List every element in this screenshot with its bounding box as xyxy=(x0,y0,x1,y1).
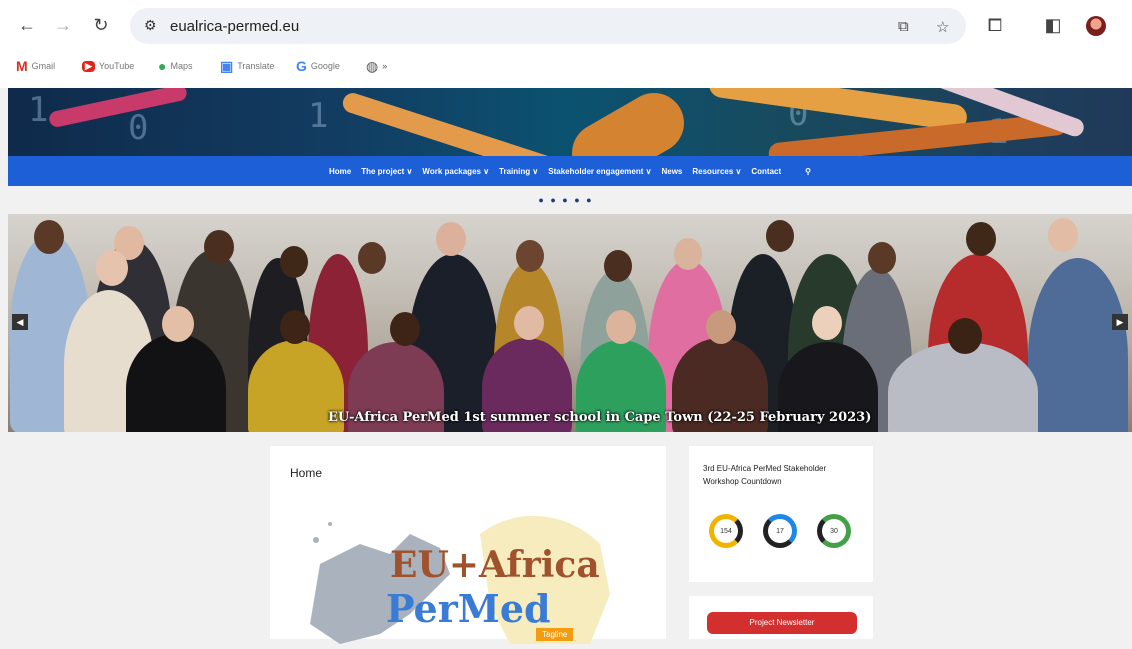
carousel-caption: EU-Africa PerMed 1st summer school in Ca… xyxy=(328,410,872,425)
person-head xyxy=(280,246,308,278)
person-figure xyxy=(1028,258,1128,432)
dna-helix-shape xyxy=(340,90,556,156)
person-figure xyxy=(888,342,1038,432)
bookmark-label: YouTube xyxy=(98,61,135,71)
bookmark-translate[interactable]: ▣ Translate xyxy=(220,56,274,76)
translate-icon: ▣ xyxy=(220,57,234,74)
person-head xyxy=(604,250,632,282)
bookmark-label: Google xyxy=(310,61,340,71)
carousel-indicators[interactable]: ● ● ● ● ● xyxy=(0,186,1132,214)
nav-the-project[interactable]: The project ∨ xyxy=(361,167,412,176)
gmail-icon: M xyxy=(16,58,28,74)
bookmark-label: Translate xyxy=(237,61,275,71)
dna-helix-shape xyxy=(47,88,189,129)
person-head xyxy=(96,250,128,286)
nav-home[interactable]: Home xyxy=(329,167,351,176)
nav-training[interactable]: Training ∨ xyxy=(499,167,538,176)
countdown-hours-ring: 17 xyxy=(763,514,797,548)
page-title: Home xyxy=(290,466,323,480)
bookmark-youtube[interactable]: ▶ YouTube xyxy=(82,56,134,76)
carousel-next-button[interactable]: ▶ xyxy=(1112,314,1128,330)
person-head xyxy=(390,312,420,346)
bookmark-maps[interactable]: ● Maps xyxy=(158,56,192,76)
person-head xyxy=(436,222,466,256)
person-head xyxy=(516,240,544,272)
header-banner: 1 0 1 0 1 xyxy=(8,88,1132,156)
bookmark-gmail[interactable]: M Gmail xyxy=(16,56,55,76)
logo-text-permed: PerMed xyxy=(386,586,551,631)
person-head xyxy=(358,242,386,274)
countdown-days-value: 154 xyxy=(720,527,732,535)
person-head xyxy=(280,310,310,344)
person-head xyxy=(606,310,636,344)
person-head xyxy=(514,306,544,340)
side-panel-icon[interactable]: ◧ xyxy=(1042,14,1064,36)
newsletter-card: Project Newsletter xyxy=(689,596,873,639)
more-icon: » xyxy=(382,61,388,71)
person-head xyxy=(1048,218,1078,252)
person-head xyxy=(948,318,982,354)
google-icon: G xyxy=(296,58,307,74)
person-head xyxy=(868,242,896,274)
decorative-digit: 0 xyxy=(128,108,149,148)
project-newsletter-button[interactable]: Project Newsletter xyxy=(707,612,857,634)
person-head xyxy=(706,310,736,344)
bookmark-star-icon[interactable]: ☆ xyxy=(936,18,949,36)
nav-work-packages[interactable]: Work packages ∨ xyxy=(422,167,489,176)
carousel-prev-button[interactable]: ◀ xyxy=(12,314,28,330)
main-navigation: Home The project ∨ Work packages ∨ Train… xyxy=(8,156,1132,186)
dna-helix-shape xyxy=(561,88,695,156)
nav-resources[interactable]: Resources ∨ xyxy=(692,167,741,176)
decorative-digit: 1 xyxy=(28,90,49,130)
reload-icon[interactable]: ↻ xyxy=(90,14,112,36)
person-head xyxy=(34,220,64,254)
logo-text-eu-africa: EU+Africa xyxy=(390,544,600,586)
hero-carousel-photo: EU-Africa PerMed 1st summer school in Ca… xyxy=(8,214,1132,432)
browser-chrome: ← → ↻ ⚙ eualrica-permed.eu ⧉ ☆ ⧠ ◧ M Gma… xyxy=(0,0,1132,88)
logo-tag: Tagline xyxy=(536,628,574,641)
back-arrow-icon[interactable]: ← xyxy=(16,14,38,36)
person-head xyxy=(966,222,996,256)
extensions-icon[interactable]: ⧠ xyxy=(984,14,1006,36)
person-head xyxy=(812,306,842,340)
main-content-card: Home EU+Africa PerMed Tagline xyxy=(270,446,666,644)
search-icon[interactable]: ⚲ xyxy=(805,167,811,176)
youtube-icon: ▶ xyxy=(82,60,95,72)
nav-stakeholder-engagement[interactable]: Stakeholder engagement ∨ xyxy=(548,167,651,176)
url-text: eualrica-permed.eu xyxy=(170,18,300,35)
countdown-minutes-ring: 30 xyxy=(817,514,851,548)
countdown-hours-value: 17 xyxy=(776,527,784,535)
translate-page-icon[interactable]: ⧉ xyxy=(898,18,909,35)
bookmark-label: Gmail xyxy=(31,61,56,71)
nav-news[interactable]: News xyxy=(661,167,682,176)
address-bar[interactable]: ⚙ eualrica-permed.eu ⧉ ☆ xyxy=(130,8,966,44)
workshop-countdown-card: 3rd EU-Africa PerMed Stakeholder Worksho… xyxy=(689,446,873,582)
globe-icon: ◍ xyxy=(366,57,379,74)
bookmark-google[interactable]: G Google xyxy=(296,56,340,76)
countdown-days-ring: 154 xyxy=(709,514,743,548)
forward-arrow-icon[interactable]: → xyxy=(52,14,74,36)
person-head xyxy=(674,238,702,270)
bookmark-more[interactable]: ◍» xyxy=(366,56,387,76)
dna-helix-shape xyxy=(707,88,969,132)
site-settings-icon[interactable]: ⚙ xyxy=(144,17,157,34)
person-head xyxy=(162,306,194,342)
profile-avatar[interactable] xyxy=(1086,16,1106,36)
countdown-minutes-value: 30 xyxy=(830,527,838,535)
person-head xyxy=(766,220,794,252)
nav-contact[interactable]: Contact xyxy=(751,167,781,176)
maps-icon: ● xyxy=(158,58,167,74)
decorative-digit: 1 xyxy=(308,96,329,136)
person-head xyxy=(204,230,234,264)
countdown-title: 3rd EU-Africa PerMed Stakeholder Worksho… xyxy=(703,464,827,486)
eu-africa-permed-logo: EU+Africa PerMed Tagline xyxy=(300,504,620,644)
bookmark-label: Maps xyxy=(170,61,193,71)
